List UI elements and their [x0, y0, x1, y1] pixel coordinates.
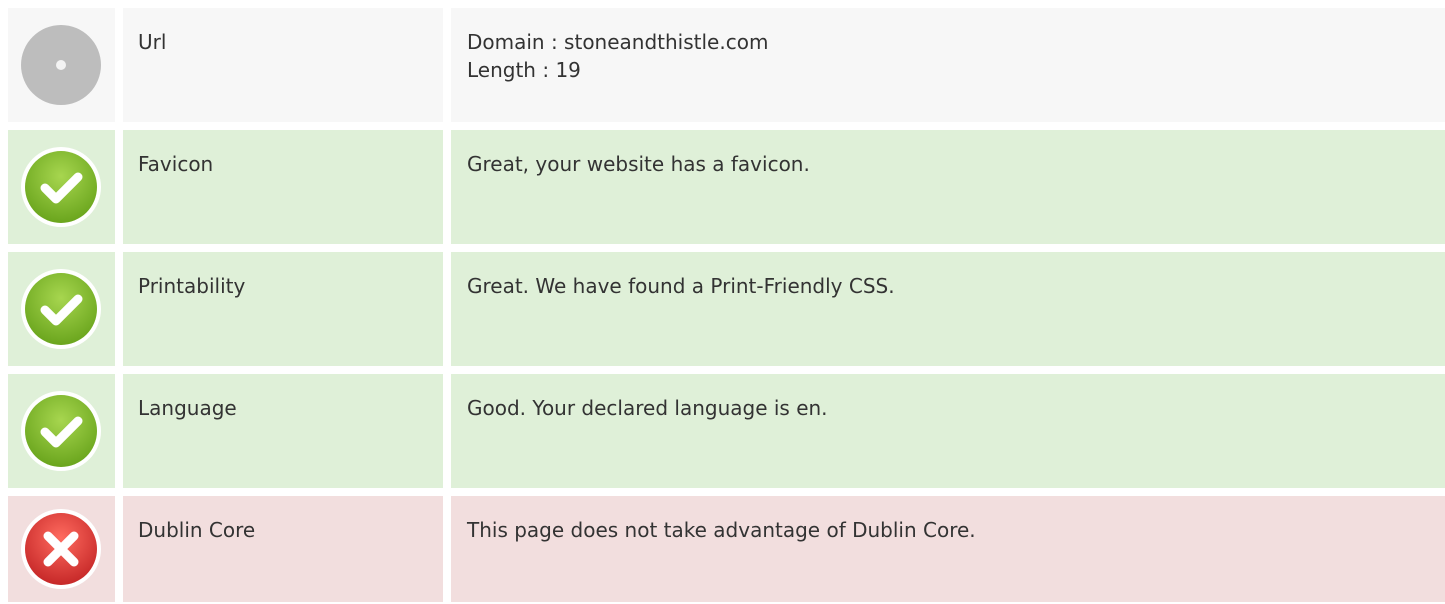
printability-result-text: Great. We have found a Print-Friendly CS…: [467, 274, 895, 298]
check-circle-icon: [21, 147, 101, 227]
seo-results-table: Url Domain : stoneandthistle.com Length …: [8, 8, 1445, 602]
row-label: Dublin Core: [123, 496, 443, 602]
row-label: Url: [123, 8, 443, 122]
favicon-row: Favicon Great, your website has a favico…: [8, 130, 1445, 244]
row-value: Good. Your declared language is en.: [451, 374, 1445, 488]
length-text: Length : 19: [467, 58, 581, 82]
status-cell: [8, 252, 115, 366]
row-label: Printability: [123, 252, 443, 366]
status-cell: [8, 496, 115, 602]
check-circle-icon: [21, 269, 101, 349]
row-value: Great, your website has a favicon.: [451, 130, 1445, 244]
printability-row: Printability Great. We have found a Prin…: [8, 252, 1445, 366]
row-value: This page does not take advantage of Dub…: [451, 496, 1445, 602]
dublin-core-result-text: This page does not take advantage of Dub…: [467, 518, 976, 542]
url-row: Url Domain : stoneandthistle.com Length …: [8, 8, 1445, 122]
language-row: Language Good. Your declared language is…: [8, 374, 1445, 488]
row-label: Favicon: [123, 130, 443, 244]
status-cell: [8, 374, 115, 488]
favicon-result-text: Great, your website has a favicon.: [467, 152, 810, 176]
error-circle-icon: [21, 509, 101, 589]
dublin-core-row: Dublin Core This page does not take adva…: [8, 496, 1445, 602]
row-value: Great. We have found a Print-Friendly CS…: [451, 252, 1445, 366]
status-cell: [8, 130, 115, 244]
check-circle-icon: [21, 391, 101, 471]
row-value: Domain : stoneandthistle.com Length : 19: [451, 8, 1445, 122]
neutral-circle-icon: [21, 25, 101, 105]
domain-text: Domain : stoneandthistle.com: [467, 30, 769, 54]
language-result-text: Good. Your declared language is en.: [467, 396, 828, 420]
status-cell: [8, 8, 115, 122]
row-label: Language: [123, 374, 443, 488]
